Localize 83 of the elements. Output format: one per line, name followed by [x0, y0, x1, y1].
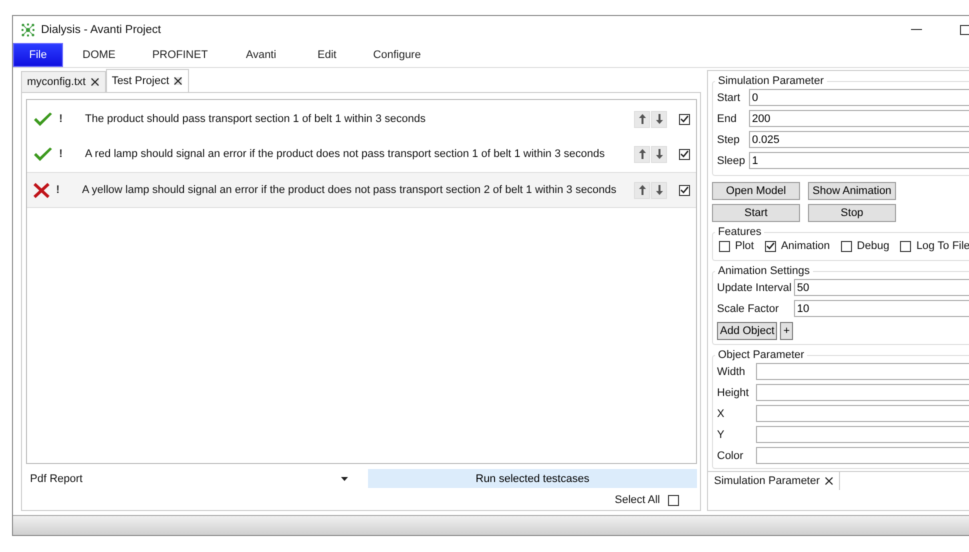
input-field[interactable] [756, 384, 969, 401]
checkbox-label: Debug [856, 240, 890, 252]
input-field[interactable] [756, 447, 969, 464]
field-label: Width [717, 366, 746, 378]
testcase-row[interactable]: ! A yellow lamp should signal an error if the product does not pass transport section 2 of belt 1 within 3 seconds [27, 172, 696, 208]
testcase-row[interactable]: ! A red lamp should signal an error if the product does not pass transport section 1 of belt 1 within 3 seconds [27, 137, 696, 172]
input-field[interactable]: 200 [749, 110, 969, 127]
checkbox-label: Plot [735, 240, 754, 252]
minimize-icon[interactable] [911, 28, 922, 30]
checkbox[interactable] [900, 240, 912, 252]
move-down-button[interactable] [651, 182, 667, 198]
arrow-up-icon [638, 114, 646, 124]
molecule-icon [21, 22, 35, 36]
run-button[interactable]: Run selected testcases [368, 469, 697, 488]
checkbox[interactable] [764, 240, 776, 252]
testcase-text: The product should pass transport section 1 of belt 1 within 3 seconds [85, 113, 426, 125]
report-dropdown[interactable]: Pdf Report [26, 469, 356, 488]
arrow-down-icon [656, 149, 662, 159]
field-label: Color [717, 450, 744, 462]
input-field[interactable] [756, 363, 969, 380]
caret-icon [341, 476, 348, 480]
group-title: Animation Settings [717, 265, 811, 277]
arrow-down-icon [656, 185, 662, 195]
select-all-checkbox[interactable] [668, 494, 679, 506]
maximize-icon[interactable] [960, 24, 969, 34]
field-label: Height [717, 386, 750, 398]
add-button[interactable]: + [780, 322, 793, 340]
arrow-up-icon [638, 185, 646, 195]
move-up-button[interactable] [634, 146, 650, 162]
field-label: Step [717, 134, 741, 146]
checkbox-label: Animation [780, 240, 830, 252]
action-button[interactable]: Start [712, 204, 800, 222]
field-label: X [717, 408, 726, 420]
select-all-label: Select All [614, 494, 660, 506]
action-button[interactable]: Stop [808, 204, 896, 222]
group-title: Features [717, 226, 762, 238]
field-label: Sleep [717, 154, 746, 166]
arrow-up-icon [638, 149, 646, 159]
field-label: End [717, 112, 738, 124]
input-field[interactable]: 10 [794, 300, 969, 317]
input-field[interactable]: 0 [749, 89, 969, 106]
testcase-row[interactable]: ! The product should pass transport section 1 of belt 1 within 3 seconds [27, 102, 696, 137]
group-title: Object Parameter [717, 349, 806, 361]
testcase-text: A red lamp should signal an error if the product does not pass transport section 1 of belt 1 within 3 seconds [85, 148, 605, 160]
input-field[interactable]: 0.025 [749, 131, 969, 148]
menu-item[interactable]: Configure [357, 43, 437, 67]
input-field[interactable] [756, 405, 969, 422]
window-title: Dialysis - Avanti Project [41, 24, 161, 36]
input-field[interactable]: 1 [749, 152, 969, 169]
move-down-button[interactable] [651, 110, 667, 128]
checkbox[interactable] [719, 240, 730, 252]
move-up-button[interactable] [634, 182, 650, 198]
priority-mark: ! [56, 184, 61, 196]
checkbox[interactable] [840, 240, 852, 252]
field-label: Y [717, 428, 726, 440]
input-field[interactable]: 50 [794, 279, 969, 296]
action-button[interactable]: Show Animation [808, 182, 896, 200]
close-icon[interactable] [174, 77, 182, 85]
checkbox[interactable] [679, 148, 690, 160]
menu-item[interactable]: PROFINET [135, 43, 225, 67]
document-tab[interactable]: myconfig.txt [21, 71, 106, 92]
action-button[interactable]: Open Model [712, 182, 800, 200]
menu-item[interactable]: File [13, 43, 63, 67]
menu-item[interactable]: Edit [297, 43, 357, 67]
field-label: Update Interval [717, 282, 793, 294]
group-title: Simulation Parameter [717, 75, 825, 87]
document-tab[interactable]: Test Project [106, 69, 190, 92]
field-label: Scale Factor [717, 302, 780, 314]
close-icon[interactable] [90, 78, 99, 86]
testcase-text: A yellow lamp should signal an error if the product does not pass transport section 2 of belt 1 within 3 seconds [82, 184, 616, 196]
move-down-button[interactable] [651, 146, 667, 162]
menu-item[interactable]: DOME [63, 43, 135, 67]
priority-mark: ! [59, 148, 64, 160]
field-label: Start [717, 92, 742, 104]
add-object-button[interactable]: Add Object [717, 322, 778, 340]
menu-item[interactable]: Avanti [225, 43, 297, 67]
input-field[interactable] [756, 426, 969, 443]
checkbox[interactable] [679, 184, 690, 196]
priority-mark: ! [59, 113, 64, 125]
checkbox[interactable] [679, 114, 690, 124]
arrow-down-icon [656, 114, 662, 124]
close-icon[interactable] [824, 477, 833, 485]
move-up-button[interactable] [634, 110, 650, 128]
